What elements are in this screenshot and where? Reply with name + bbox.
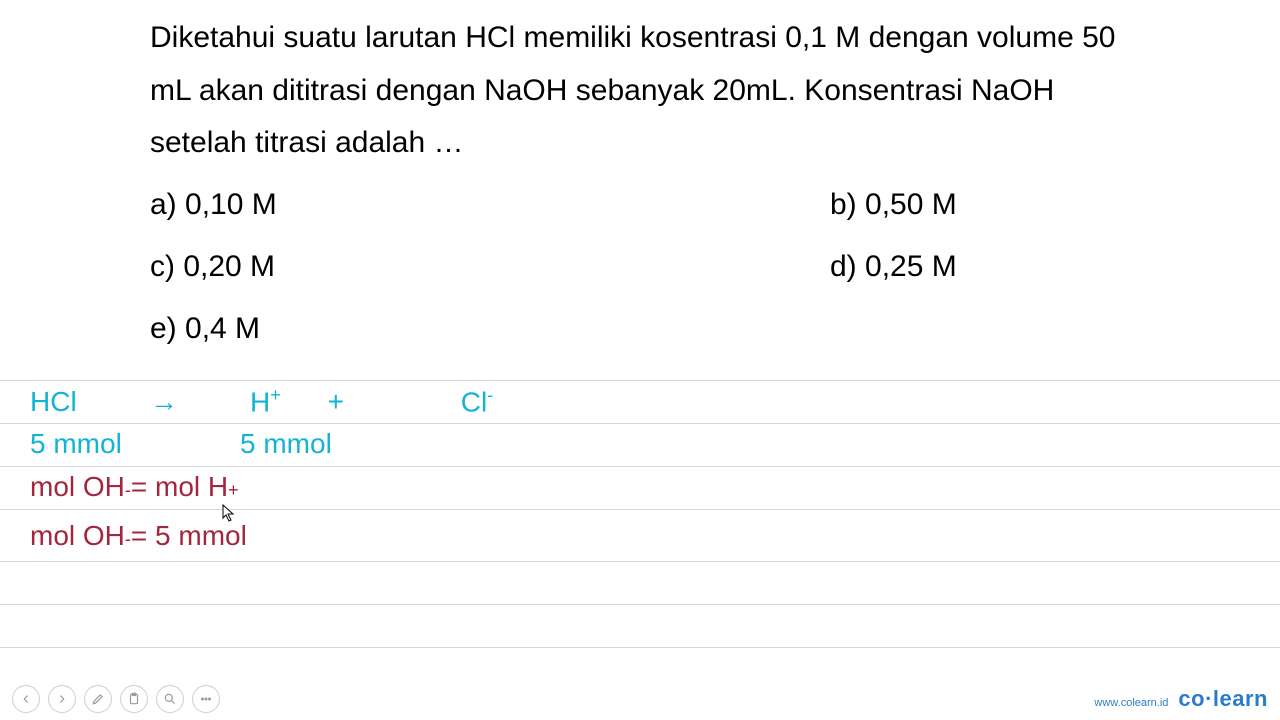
brand-url: www.colearn.id xyxy=(1094,697,1168,709)
clipboard-icon xyxy=(127,692,141,706)
option-b: b) 0,50 M xyxy=(830,188,957,222)
prev-button[interactable] xyxy=(12,685,40,713)
eq2-prefix: mol OH xyxy=(30,520,125,552)
cl-charge: - xyxy=(487,385,493,405)
eq2-sup1: - xyxy=(125,529,131,550)
option-c: c) 0,20 M xyxy=(150,250,830,284)
option-row: e) 0,4 M xyxy=(150,312,1130,346)
work-line-1: HCl → H+ + Cl- xyxy=(0,380,1280,423)
options-list: a) 0,10 M b) 0,50 M c) 0,20 M d) 0,25 M … xyxy=(150,188,1130,346)
brand-logo: co·learn xyxy=(1178,686,1268,712)
eq1-sup2: + xyxy=(228,480,239,501)
more-icon xyxy=(199,692,213,706)
option-d: d) 0,25 M xyxy=(830,250,957,284)
option-row: c) 0,20 M d) 0,25 M xyxy=(150,250,1130,284)
eq1-sup1: - xyxy=(125,480,131,501)
brand-area: www.colearn.id co·learn xyxy=(1094,686,1268,712)
work-line-7 xyxy=(0,647,1280,648)
work-line-2: 5 mmol 5 mmol xyxy=(0,423,1280,466)
cl-symbol: Cl xyxy=(461,386,487,417)
chevron-right-icon xyxy=(55,692,69,706)
chevron-left-icon xyxy=(19,692,33,706)
zoom-button[interactable] xyxy=(156,685,184,713)
question-block: Diketahui suatu larutan HCl memiliki kos… xyxy=(0,0,1280,384)
product-h: H+ xyxy=(250,385,281,418)
product-cl: Cl- xyxy=(461,385,493,418)
more-button[interactable] xyxy=(192,685,220,713)
h-symbol: H xyxy=(250,386,270,417)
work-line-4: mol OH- = 5 mmol xyxy=(0,509,1280,561)
work-line-3: mol OH- = mol H+ xyxy=(0,466,1280,509)
equation-1: mol OH- = mol H+ xyxy=(30,471,239,503)
work-line-5 xyxy=(0,561,1280,604)
zoom-icon xyxy=(163,692,177,706)
work-area: HCl → H+ + Cl- 5 mmol 5 mmol mol OH- = m… xyxy=(0,380,1280,648)
question-text: Diketahui suatu larutan HCl memiliki kos… xyxy=(150,12,1130,170)
h-charge: + xyxy=(270,385,281,405)
pen-button[interactable] xyxy=(84,685,112,713)
mmol-right: 5 mmol xyxy=(240,428,332,460)
clipboard-button[interactable] xyxy=(120,685,148,713)
eq1-prefix: mol OH xyxy=(30,471,125,503)
work-line-6 xyxy=(0,604,1280,647)
arrow-icon: → xyxy=(150,386,250,418)
reactant-hcl: HCl xyxy=(30,386,150,418)
option-e: e) 0,4 M xyxy=(150,312,830,346)
next-button[interactable] xyxy=(48,685,76,713)
equation-2: mol OH- = 5 mmol xyxy=(30,520,247,552)
mmol-left: 5 mmol xyxy=(30,428,240,460)
plus-sign: + xyxy=(281,386,391,418)
option-a: a) 0,10 M xyxy=(150,188,830,222)
pen-icon xyxy=(91,692,105,706)
bottom-toolbar: www.colearn.id co·learn xyxy=(0,678,1280,720)
eq1-mid: = mol H xyxy=(131,471,228,503)
eq2-rest: = 5 mmol xyxy=(131,520,247,552)
option-row: a) 0,10 M b) 0,50 M xyxy=(150,188,1130,222)
